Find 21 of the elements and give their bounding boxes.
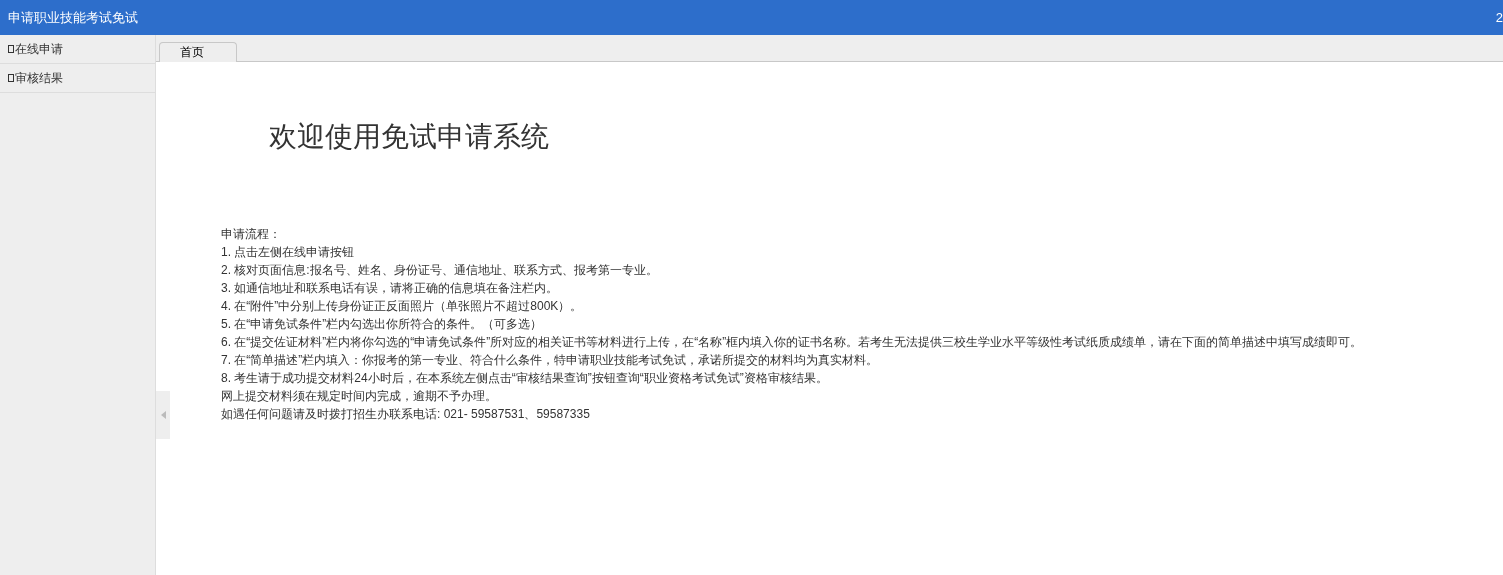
user-label[interactable]: 2: [1495, 7, 1503, 28]
instruction-line: 申请流程：: [221, 226, 282, 243]
collapse-handle[interactable]: [156, 391, 170, 439]
app-title: 申请职业技能考试免试: [8, 8, 138, 27]
tab[interactable]: 首页: [159, 42, 237, 62]
instruction-line: 8. 考生请于成功提交材料24小时后，在本系统左侧点击“审核结果查询”按钮查询“职业资格考试免试”资格审核结果。: [221, 370, 829, 387]
caret-left-icon: [160, 411, 166, 419]
welcome-heading: 欢迎使用免试申请系统: [269, 120, 550, 154]
sidebar-item[interactable]: 在线申请: [0, 35, 155, 64]
instruction-line: 1. 点击左侧在线申请按钮: [221, 244, 356, 261]
instruction-line: 4. 在“附件”中分别上传身份证正反面照片（单张照片不超过800K）。: [221, 298, 584, 315]
square-icon: [8, 45, 14, 53]
instruction-line: 如遇任何问题请及时拨打招生办联系电话: 021- 59587531、59587335: [221, 406, 591, 423]
instruction-line: 5. 在“申请免试条件”栏内勾选出你所符合的条件。（可多选）: [221, 316, 544, 333]
sidebar-item[interactable]: 审核结果: [0, 64, 155, 93]
instruction-line: 2. 核对页面信息:报名号、姓名、身份证号、通信地址、联系方式、报考第一专业。: [221, 262, 659, 279]
instruction-line: 3. 如通信地址和联系电话有误，请将正确的信息填在备注栏内。: [221, 280, 560, 297]
instruction-line: 网上提交材料须在规定时间内完成，逾期不予办理。: [221, 388, 498, 405]
instruction-line: 6. 在“提交佐证材料”栏内将你勾选的“申请免试条件”所对应的相关证书等材料进行上传，在“名称”框内填入你的证书名称。若考生无法提供三校生学业水平等级性考试纸质成绩单，请在下面的简单描述中填写成绩即可。: [221, 334, 1364, 351]
instruction-line: 7. 在“简单描述”栏内填入：你报考的第一专业、符合什么条件，特申请职业技能考试免试，承诺所提交的材料均为真实材料。: [221, 352, 880, 369]
square-icon: [8, 74, 14, 82]
